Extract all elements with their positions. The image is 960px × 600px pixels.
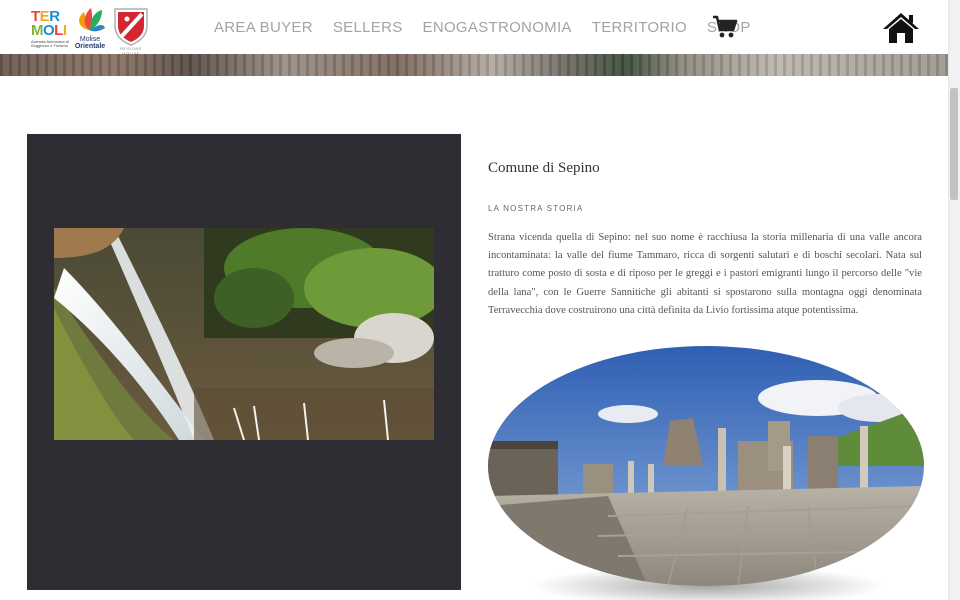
nav-item-territorio[interactable]: TERRITORIO bbox=[592, 19, 687, 36]
story-paragraph: Strana vicenda quella di Sepino: nel suo… bbox=[488, 232, 922, 316]
waterfall-video-frame bbox=[54, 228, 434, 440]
scrollbar-thumb[interactable] bbox=[950, 88, 958, 200]
header-banner-image bbox=[0, 54, 948, 76]
termoli-logo-line2: MOLI bbox=[31, 22, 67, 39]
nav-item-area-buyer[interactable]: AREA BUYER bbox=[214, 19, 313, 36]
partner-logos: TER MOLI Azienda Autonoma di Soggiorno e… bbox=[30, 6, 152, 56]
page-title: Comune di Sepino bbox=[488, 160, 600, 176]
waterfall-video[interactable] bbox=[54, 228, 434, 440]
termoli-logo-tagline: Azienda Autonoma di Soggiorno e Turismo bbox=[31, 39, 69, 48]
sepino-ruins-image bbox=[488, 346, 924, 586]
molise-orientale-logo[interactable]: Molise Orientale bbox=[72, 6, 106, 52]
sepino-ruins-photo bbox=[488, 346, 924, 586]
site-header: TER MOLI Azienda Autonoma di Soggiorno e… bbox=[0, 0, 948, 56]
shopping-cart-icon[interactable] bbox=[712, 15, 738, 39]
regione-shield-icon bbox=[114, 8, 148, 46]
nav-item-enogastronomia[interactable]: ENOGASTRONOMIA bbox=[423, 19, 572, 36]
nav-item-sellers[interactable]: SELLERS bbox=[333, 19, 403, 36]
video-panel bbox=[27, 134, 461, 590]
home-icon[interactable] bbox=[881, 11, 921, 45]
molise-flower-icon bbox=[79, 8, 105, 32]
section-label: LA NOSTRA STORIA bbox=[488, 204, 584, 213]
regione-molise-logo[interactable]: REGIONE MOLISE bbox=[112, 6, 150, 56]
termoli-logo[interactable]: TER MOLI Azienda Autonoma di Soggiorno e… bbox=[30, 6, 69, 52]
molise-logo-line2: Orientale bbox=[74, 43, 106, 50]
main-nav: AREA BUYER SELLERS ENOGASTRONOMIA TERRIT… bbox=[214, 17, 771, 37]
molise-logo-line1: Molise bbox=[79, 36, 101, 43]
ruins-image-container bbox=[488, 346, 924, 600]
